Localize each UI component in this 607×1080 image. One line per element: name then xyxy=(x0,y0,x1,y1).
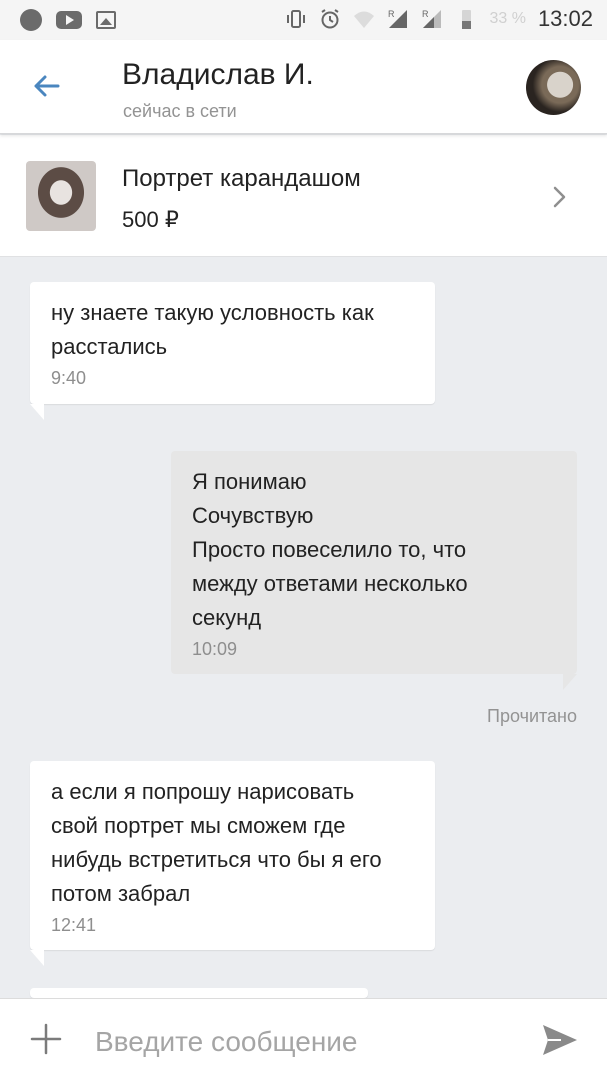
product-thumbnail xyxy=(26,161,96,231)
gallery-icon xyxy=(96,11,116,29)
chat-header: Владислав И. сейчас в сети xyxy=(0,40,607,134)
vibrate-icon xyxy=(285,8,307,30)
contact-name[interactable]: Владислав И. xyxy=(122,58,314,92)
message-text-line: расстались xyxy=(51,334,168,359)
battery-percent: 33 % xyxy=(489,10,526,27)
message-text-line: Просто повеселило то, что xyxy=(192,537,467,562)
message-time: 10:09 xyxy=(192,639,238,659)
product-price: 500 ₽ xyxy=(122,207,179,232)
message-text-line: ну знаете такую условность как xyxy=(51,300,374,325)
status-bar: R R 33 % 13:02 xyxy=(0,0,607,40)
message-text-line: Сочувствую xyxy=(192,503,314,528)
message-incoming-partial[interactable] xyxy=(30,988,368,998)
message-text-line: Я понимаю xyxy=(192,469,307,494)
plus-icon[interactable] xyxy=(30,1023,62,1055)
bubble-tail xyxy=(30,950,44,966)
signal-r-icon: R xyxy=(421,8,443,30)
online-status: сейчас в сети xyxy=(123,101,237,121)
message-text-line: секунд xyxy=(192,605,262,630)
product-card[interactable]: Портрет карандашом 500 ₽ xyxy=(0,135,607,257)
contact-avatar[interactable] xyxy=(526,60,581,115)
message-composer xyxy=(0,998,607,1080)
read-receipt: Прочитано xyxy=(487,706,577,726)
message-text-line: свой портрет мы сможем где xyxy=(51,813,346,838)
message-text-line: между ответами несколько xyxy=(192,571,468,596)
alarm-icon xyxy=(319,8,341,30)
message-time: 9:40 xyxy=(51,368,87,388)
signal-r-icon: R xyxy=(387,8,409,30)
svg-text:R: R xyxy=(388,9,395,19)
battery-icon xyxy=(455,8,477,30)
clock: 13:02 xyxy=(537,6,593,31)
message-incoming[interactable]: а если я попрошу нарисовать свой портрет… xyxy=(30,761,435,950)
message-text-line: потом забрал xyxy=(51,881,191,906)
message-text-line: а если я попрошу нарисовать xyxy=(51,779,355,804)
bubble-tail xyxy=(30,404,44,420)
message-outgoing[interactable]: Я понимаю Сочувствую Просто повеселило т… xyxy=(171,451,577,674)
svg-text:R: R xyxy=(422,9,429,19)
wifi-icon xyxy=(353,8,375,30)
message-text-line: нибудь встретиться что бы я его xyxy=(51,847,382,872)
bubble-tail xyxy=(563,674,577,690)
chevron-right-icon[interactable] xyxy=(551,183,569,211)
product-title: Портрет карандашом xyxy=(122,165,361,192)
arrow-left-icon[interactable] xyxy=(28,68,64,104)
youtube-icon xyxy=(56,11,82,29)
send-icon[interactable] xyxy=(541,1023,579,1057)
message-incoming[interactable]: ну знаете такую условность как рассталис… xyxy=(30,282,435,404)
message-time: 12:41 xyxy=(51,915,97,935)
record-icon xyxy=(20,9,42,31)
message-input[interactable] xyxy=(95,1025,495,1059)
